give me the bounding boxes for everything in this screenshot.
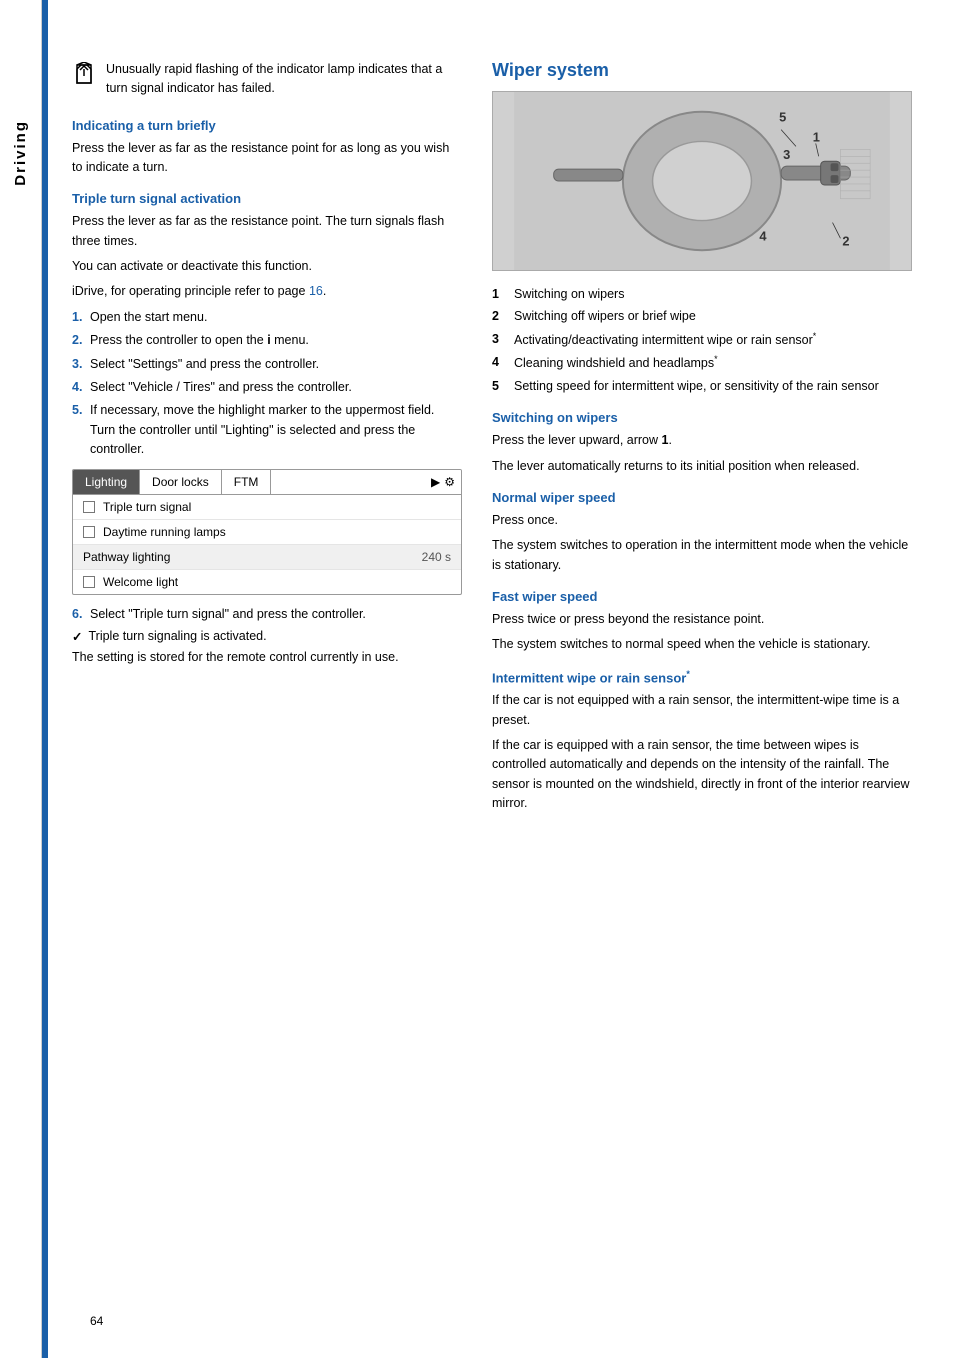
sidebar-label: Driving: [12, 120, 29, 186]
item-5: 5 Setting speed for intermittent wipe, o…: [492, 377, 912, 396]
section1-body: Press the lever as far as the resistance…: [72, 139, 462, 178]
wiper-diagram-svg: 1 2 3 4 5: [493, 92, 911, 270]
gear-icon: ⚙: [444, 475, 455, 489]
page-number: 64: [90, 1314, 103, 1328]
step-1: 1.Open the start menu.: [72, 308, 462, 327]
intermittent-body2: If the car is equipped with a rain senso…: [492, 736, 912, 814]
checkmark-icon: ✓: [72, 629, 82, 644]
svg-text:1: 1: [813, 129, 820, 144]
section2-heading: Triple turn signal activation: [72, 191, 462, 206]
section2-body1: Press the lever as far as the resistance…: [72, 212, 462, 251]
row-triple-label: Triple turn signal: [103, 500, 451, 514]
step-5: 5.If necessary, move the highlight marke…: [72, 401, 462, 459]
play-icon: ▶: [431, 475, 440, 489]
tab-icons: ▶ ⚙: [425, 470, 461, 494]
normal-body1: Press once.: [492, 511, 912, 530]
wiper-diagram-container: 1 2 3 4 5: [492, 91, 912, 271]
right-column: Wiper system: [492, 60, 912, 1318]
section1-heading: Indicating a turn briefly: [72, 118, 462, 133]
step-3: 3.Select "Settings" and press the contro…: [72, 355, 462, 374]
tab-ftm[interactable]: FTM: [222, 470, 272, 494]
row-triple-turn: Triple turn signal: [73, 495, 461, 520]
switching-body2: The lever automatically returns to its i…: [492, 457, 912, 476]
row-daytime: Daytime running lamps: [73, 520, 461, 545]
row-welcome: Welcome light: [73, 570, 461, 594]
step-6: 6. Select "Triple turn signal" and press…: [72, 605, 462, 624]
footer-text: The setting is stored for the remote con…: [72, 648, 462, 667]
row-daytime-label: Daytime running lamps: [103, 525, 451, 539]
blue-bar: [42, 0, 48, 1358]
fast-heading: Fast wiper speed: [492, 589, 912, 604]
notice-box: Unusually rapid flashing of the indicato…: [72, 60, 462, 98]
switching-body1: Press the lever upward, arrow 1.: [492, 431, 912, 450]
svg-text:4: 4: [759, 228, 767, 243]
notice-text: Unusually rapid flashing of the indicato…: [106, 60, 462, 98]
left-column: Unusually rapid flashing of the indicato…: [72, 60, 462, 1318]
checkmark-line: ✓ Triple turn signaling is activated.: [72, 629, 462, 644]
notice-icon: [72, 62, 96, 86]
settings-header: Lighting Door locks FTM ▶ ⚙: [73, 470, 461, 495]
svg-text:3: 3: [783, 147, 790, 162]
step-2: 2.Press the controller to open the i men…: [72, 331, 462, 350]
items-list: 1 Switching on wipers 2 Switching off wi…: [492, 285, 912, 396]
intermittent-heading: Intermittent wipe or rain sensor*: [492, 669, 912, 685]
sidebar: Driving: [0, 0, 42, 1358]
row-pathway-label: Pathway lighting: [83, 550, 414, 564]
svg-text:2: 2: [842, 233, 849, 248]
checkbox-daytime[interactable]: [83, 526, 95, 538]
item-4: 4 Cleaning windshield and headlamps*: [492, 353, 912, 374]
intermittent-body1: If the car is not equipped with a rain s…: [492, 691, 912, 730]
checkbox-triple[interactable]: [83, 501, 95, 513]
row-pathway-value: 240 s: [422, 550, 451, 564]
fast-body2: The system switches to normal speed when…: [492, 635, 912, 654]
normal-heading: Normal wiper speed: [492, 490, 912, 505]
item-3: 3 Activating/deactivating intermittent w…: [492, 330, 912, 351]
steps-list: 1.Open the start menu. 2.Press the contr…: [72, 308, 462, 460]
item-2: 2 Switching off wipers or brief wipe: [492, 307, 912, 326]
row-pathway: Pathway lighting 240 s: [73, 545, 461, 570]
wiper-heading: Wiper system: [492, 60, 912, 81]
normal-body2: The system switches to operation in the …: [492, 536, 912, 575]
row-welcome-label: Welcome light: [103, 575, 451, 589]
section2-body3: iDrive, for operating principle refer to…: [72, 282, 462, 301]
item-1: 1 Switching on wipers: [492, 285, 912, 304]
tab-lighting[interactable]: Lighting: [73, 470, 140, 494]
fast-body1: Press twice or press beyond the resistan…: [492, 610, 912, 629]
checkmark-text: Triple turn signaling is activated.: [88, 629, 266, 643]
checkbox-welcome[interactable]: [83, 576, 95, 588]
step-4: 4.Select "Vehicle / Tires" and press the…: [72, 378, 462, 397]
svg-text:5: 5: [779, 110, 786, 125]
tab-door-locks[interactable]: Door locks: [140, 470, 222, 494]
section2-body2: You can activate or deactivate this func…: [72, 257, 462, 276]
settings-box: Lighting Door locks FTM ▶ ⚙ Triple turn …: [72, 469, 462, 595]
page-link[interactable]: 16: [309, 284, 323, 298]
switching-heading: Switching on wipers: [492, 410, 912, 425]
